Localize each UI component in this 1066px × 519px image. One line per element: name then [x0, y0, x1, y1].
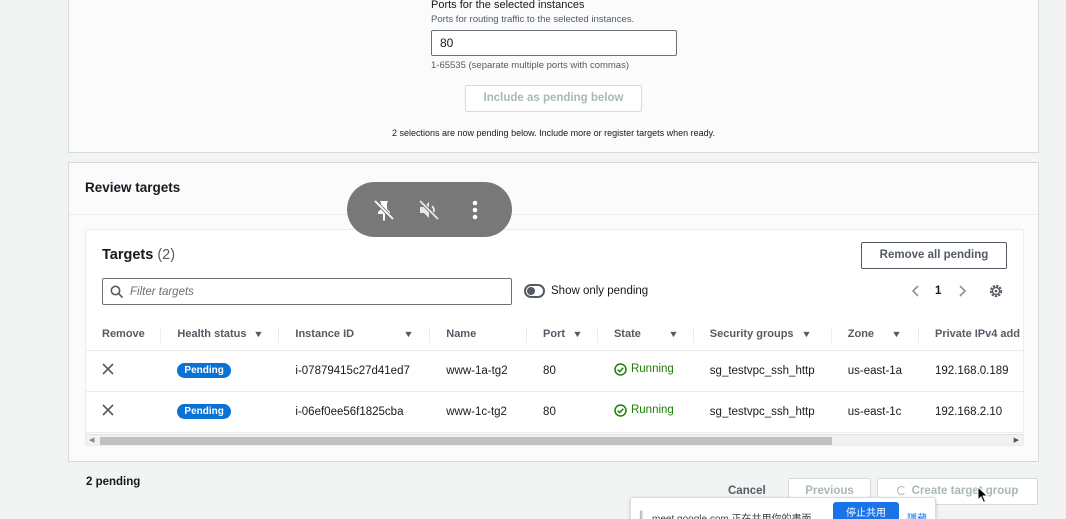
ports-input[interactable] [431, 30, 677, 56]
pin-off-icon[interactable] [371, 197, 397, 223]
state-label: Running [630, 363, 674, 375]
table-row: Pending i-07879415c27d41ed7 www-1a-tg2 8… [86, 350, 1023, 392]
column-header-remove: Remove [86, 319, 162, 351]
ipv4-cell: 192.168.2.10 [919, 391, 1023, 433]
chevron-left-icon[interactable] [910, 283, 922, 299]
gear-icon[interactable] [988, 283, 1004, 299]
volume-off-icon[interactable] [416, 197, 442, 223]
create-target-group-label: Create target group [911, 485, 1019, 497]
stop-sharing-button[interactable]: 停止共用 [833, 502, 899, 519]
ports-description: Ports for routing traffic to the selecte… [431, 14, 635, 25]
sort-down-icon: ▼ [403, 329, 414, 340]
instance-id-cell: i-07879415c27d41ed7 [279, 350, 431, 392]
show-only-pending-toggle[interactable] [524, 284, 545, 298]
security-group-cell: sg_testvpc_ssh_http [693, 391, 832, 433]
targets-count: (2) [157, 247, 176, 263]
chevron-right-icon[interactable] [956, 283, 968, 299]
table-row: Pending i-06ef0ee56f1825cba www-1c-tg2 8… [86, 391, 1023, 433]
filter-targets-input[interactable] [130, 283, 500, 301]
remove-all-pending-button[interactable]: Remove all pending [861, 242, 1007, 269]
meet-floating-controls [347, 182, 512, 237]
share-status-text: meet.google.com 正在共用你的畫面。 [652, 510, 822, 519]
scroll-right-icon[interactable]: ▶ [1014, 436, 1019, 444]
security-group-cell: sg_testvpc_ssh_http [693, 350, 832, 392]
zone-cell: us-east-1a [831, 350, 919, 392]
ipv4-cell: 192.168.0.189 [919, 350, 1023, 392]
health-cell: Pending [161, 391, 280, 433]
ports-label: Ports for the selected instances [431, 0, 585, 11]
column-header-security-groups[interactable]: Security groups ▼ [693, 319, 832, 351]
review-targets-panel: Review targets Targets (2) Remove all pe… [68, 162, 1039, 462]
drag-handle-icon[interactable]: || [639, 510, 643, 519]
column-header-port[interactable]: Port ▼ [527, 319, 598, 351]
search-icon [110, 285, 124, 299]
scrollbar-thumb[interactable] [100, 437, 832, 445]
column-header-name[interactable]: Name [430, 319, 528, 351]
scroll-left-icon[interactable]: ◀ [89, 436, 94, 444]
sort-down-icon: ▼ [667, 329, 679, 340]
close-icon[interactable] [102, 363, 114, 375]
sort-down-icon: ▼ [253, 329, 265, 340]
port-cell: 80 [527, 391, 598, 433]
status-badge: Pending [177, 363, 231, 378]
cancel-button[interactable]: Cancel [728, 485, 766, 497]
review-header: Review targets [69, 163, 1038, 215]
check-circle-icon [614, 403, 627, 417]
ports-panel: Ports for the selected instances Ports f… [68, 0, 1039, 153]
include-as-pending-button[interactable]: Include as pending below [465, 85, 642, 112]
remove-cell[interactable] [86, 391, 162, 433]
targets-table: Remove Health status ▼ Instance ID ▼ Name … [86, 319, 1023, 433]
screen-share-bar: || meet.google.com 正在共用你的畫面。 停止共用 隱藏 [630, 497, 936, 519]
state-cell: Running [597, 391, 694, 433]
filter-box[interactable] [102, 278, 512, 305]
table-header-row: Remove Health status ▼ Instance ID ▼ Name … [86, 319, 1023, 351]
remove-cell[interactable] [86, 350, 162, 392]
ports-hint: 1-65535 (separate multiple ports with co… [431, 60, 630, 71]
more-vert-icon[interactable] [462, 197, 488, 223]
close-icon[interactable] [102, 404, 114, 416]
health-cell: Pending [161, 350, 280, 392]
targets-title-label: Targets [102, 247, 154, 263]
pending-count: 2 pending [86, 476, 141, 488]
page-number[interactable]: 1 [935, 285, 941, 297]
state-label: Running [630, 404, 674, 416]
status-badge: Pending [177, 404, 231, 419]
column-header-instance-id[interactable]: Instance ID ▼ [279, 319, 431, 351]
port-cell: 80 [527, 350, 598, 392]
column-header-private-ipv4[interactable]: Private IPv4 add [919, 319, 1023, 351]
name-cell: www-1a-tg2 [430, 350, 528, 392]
targets-table-card: Targets (2) Remove all pending Show only… [85, 229, 1024, 446]
state-cell: Running [597, 350, 694, 392]
hide-link[interactable]: 隱藏 [907, 510, 927, 519]
targets-title: Targets (2) [102, 247, 175, 263]
mouse-cursor-icon [977, 486, 989, 504]
check-circle-icon [614, 362, 627, 376]
zone-cell: us-east-1c [831, 391, 919, 433]
column-header-zone[interactable]: Zone ▼ [831, 319, 919, 351]
show-only-pending-label: Show only pending [551, 285, 649, 297]
column-header-state[interactable]: State ▼ [597, 319, 694, 351]
sort-down-icon: ▼ [572, 329, 583, 340]
name-cell: www-1c-tg2 [430, 391, 528, 433]
pending-note: 2 selections are now pending below. Incl… [391, 128, 715, 138]
spinner-icon [896, 486, 906, 495]
horizontal-scrollbar[interactable]: ◀ ▶ [86, 434, 1023, 445]
sort-down-icon: ▼ [800, 329, 812, 340]
column-header-health-status[interactable]: Health status ▼ [161, 319, 280, 351]
sort-down-icon: ▼ [891, 329, 902, 340]
instance-id-cell: i-06ef0ee56f1825cba [279, 391, 431, 433]
review-title: Review targets [85, 180, 181, 195]
